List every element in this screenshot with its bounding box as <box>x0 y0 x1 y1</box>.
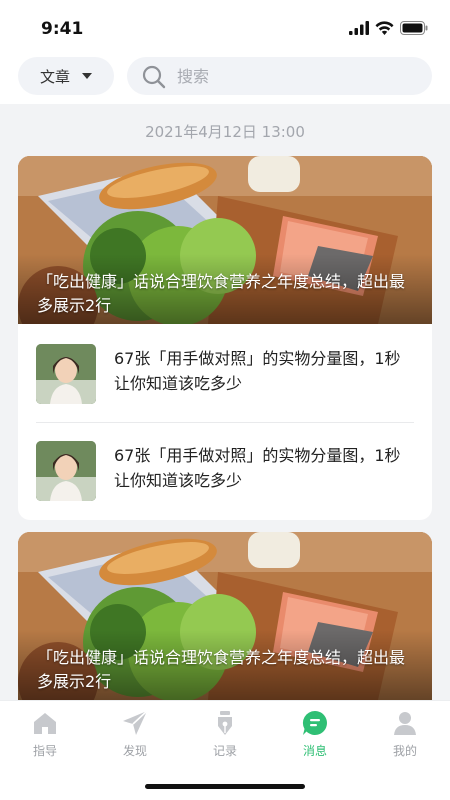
tab-guide[interactable]: 指导 <box>0 709 90 765</box>
category-dropdown[interactable]: 文章 <box>18 57 114 95</box>
hero-title: 「吃出健康」话说合理饮食营养之年度总结，超出最多展示2行 <box>37 272 406 315</box>
article-card: 「吃出健康」话说合理饮食营养之年度总结，超出最多展示2行 67张「用手做对照」的… <box>18 156 432 520</box>
tab-record[interactable]: 记录 <box>180 709 270 765</box>
tab-label: 指导 <box>32 744 57 758</box>
article-thumbnail <box>36 344 96 404</box>
top-bar: 文章 <box>0 54 450 104</box>
battery-icon <box>400 21 428 35</box>
article-hero[interactable]: 「吃出健康」话说合理饮食营养之年度总结，超出最多展示2行 <box>18 156 432 324</box>
user-icon <box>394 712 416 735</box>
status-icons <box>349 19 428 37</box>
send-icon <box>123 710 148 735</box>
feed-timestamp: 2021年4月12日 13:00 <box>145 123 305 141</box>
message-icon <box>302 710 327 735</box>
status-bar: 9:41 <box>0 0 450 54</box>
wifi-icon <box>375 21 394 35</box>
chevron-down-icon <box>82 73 92 79</box>
hero-title: 「吃出健康」话说合理饮食营养之年度总结，超出最多展示2行 <box>37 648 406 691</box>
tab-label: 记录 <box>212 744 237 758</box>
home-indicator <box>145 784 305 789</box>
signal-icon <box>349 21 369 35</box>
search-icon <box>142 65 166 89</box>
list-item-title: 67张「用手做对照」的实物分量图，1秒让你知道该吃多少 <box>114 349 401 393</box>
tab-label: 我的 <box>392 744 417 758</box>
tab-discover[interactable]: 发现 <box>90 709 180 765</box>
article-thumbnail <box>36 441 96 501</box>
category-label: 文章 <box>39 67 70 86</box>
tab-label: 消息 <box>302 744 327 758</box>
search-input[interactable] <box>177 57 417 95</box>
home-icon <box>34 713 56 734</box>
tab-messages[interactable]: 消息 <box>270 709 360 765</box>
status-time: 9:41 <box>41 19 84 39</box>
search-box[interactable] <box>127 57 432 95</box>
pen-icon <box>218 711 232 735</box>
list-item[interactable]: 67张「用手做对照」的实物分量图，1秒让你知道该吃多少 <box>36 344 414 406</box>
list-item[interactable]: 67张「用手做对照」的实物分量图，1秒让你知道该吃多少 <box>36 441 414 503</box>
divider <box>36 422 414 423</box>
article-hero[interactable]: 「吃出健康」话说合理饮食营养之年度总结，超出最多展示2行 <box>18 532 432 700</box>
list-item-title: 67张「用手做对照」的实物分量图，1秒让你知道该吃多少 <box>114 446 401 490</box>
tab-label: 发现 <box>122 744 147 758</box>
tab-profile[interactable]: 我的 <box>360 709 450 765</box>
